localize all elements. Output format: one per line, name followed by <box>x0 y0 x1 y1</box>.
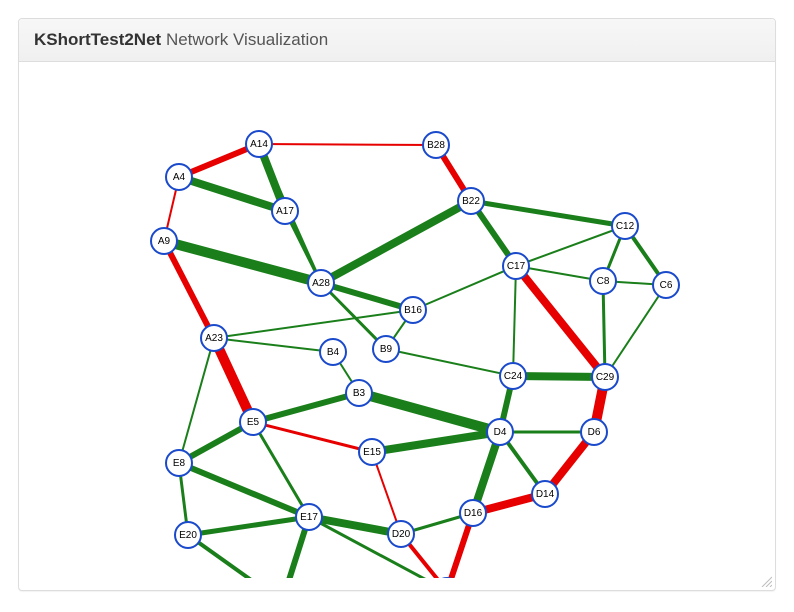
node-A17[interactable]: A17 <box>272 198 298 224</box>
node-label: B9 <box>380 344 393 355</box>
edge-A14-B28[interactable] <box>259 144 436 145</box>
node-label: D4 <box>494 427 507 438</box>
node-label: D6 <box>588 427 601 438</box>
node-C6[interactable]: C6 <box>653 272 679 298</box>
network-svg[interactable]: A14 A4 A17 A9 A28 B28 B22 B16 B4 B9 B3 A23 E5 E8 E20 E1… <box>31 74 763 578</box>
node-label: E15 <box>363 447 381 458</box>
edge-E15-D4[interactable] <box>372 432 500 452</box>
edge-A23-B16[interactable] <box>214 310 413 338</box>
edge-A28-B22[interactable] <box>321 201 471 283</box>
node-B4[interactable]: B4 <box>320 339 346 365</box>
edge-B3-D4[interactable] <box>359 393 500 432</box>
edge-C24-C17[interactable] <box>513 266 516 376</box>
node-B3[interactable]: B3 <box>346 380 372 406</box>
node-D16[interactable]: D16 <box>460 500 486 526</box>
node-label: E5 <box>247 417 260 428</box>
resize-grip-icon[interactable] <box>760 575 772 587</box>
node-E20[interactable]: E20 <box>175 522 201 548</box>
node-label: B22 <box>462 196 480 207</box>
node-label: C8 <box>597 276 610 287</box>
node-A23[interactable]: A23 <box>201 325 227 351</box>
edge-E20-E28[interactable] <box>188 535 282 578</box>
edge-B9-C24[interactable] <box>386 349 513 376</box>
edge-E8-E17[interactable] <box>179 463 309 517</box>
node-label: C12 <box>616 221 635 232</box>
edge-E5-E15[interactable] <box>253 422 372 452</box>
node-C8[interactable]: C8 <box>590 268 616 294</box>
edge-E20-E17[interactable] <box>188 517 309 535</box>
node-label: A28 <box>312 278 330 289</box>
node-B9[interactable]: B9 <box>373 336 399 362</box>
panel-title-bold: KShortTest2Net <box>34 30 161 49</box>
node-B22[interactable]: B22 <box>458 188 484 214</box>
node-D14[interactable]: D14 <box>532 481 558 507</box>
edge-C17-C12[interactable] <box>516 226 625 266</box>
node-A14[interactable]: A14 <box>246 131 272 157</box>
node-label: A4 <box>173 172 186 183</box>
node-label: C29 <box>596 372 615 383</box>
node-label: D14 <box>536 489 555 500</box>
edge-B22-C12[interactable] <box>471 201 625 226</box>
edge-A9-A28[interactable] <box>164 241 321 283</box>
node-E8[interactable]: E8 <box>166 450 192 476</box>
node-label: E17 <box>300 512 318 523</box>
panel-body: A14 A4 A17 A9 A28 B28 B22 B16 B4 B9 B3 A23 E5 E8 E20 E1… <box>19 62 775 590</box>
node-D6[interactable]: D6 <box>581 419 607 445</box>
node-D20[interactable]: D20 <box>388 521 414 547</box>
node-label: D16 <box>464 508 483 519</box>
edge-C29-C8[interactable] <box>603 281 605 377</box>
node-label: C6 <box>660 280 673 291</box>
node-label: A9 <box>158 236 171 247</box>
panel-title-rest: Network Visualization <box>166 30 328 49</box>
node-label: A14 <box>250 139 268 150</box>
node-label: A23 <box>205 333 223 344</box>
node-E17[interactable]: E17 <box>296 504 322 530</box>
panel-heading: KShortTest2Net Network Visualization <box>19 19 775 62</box>
node-C17[interactable]: C17 <box>503 253 529 279</box>
edge-A4-A17[interactable] <box>179 177 285 211</box>
node-B16[interactable]: B16 <box>400 297 426 323</box>
network-panel: KShortTest2Net Network Visualization A14… <box>18 18 776 591</box>
node-B28[interactable]: B28 <box>423 132 449 158</box>
node-label: E8 <box>173 458 186 469</box>
node-E15[interactable]: E15 <box>359 439 385 465</box>
edge-B3-E5[interactable] <box>253 393 359 422</box>
node-label: C17 <box>507 261 526 272</box>
node-label: B16 <box>404 305 422 316</box>
node-A4[interactable]: A4 <box>166 164 192 190</box>
node-label: C24 <box>504 371 523 382</box>
node-A28[interactable]: A28 <box>308 270 334 296</box>
edge-C29-C6[interactable] <box>605 285 666 377</box>
node-C29[interactable]: C29 <box>592 364 618 390</box>
edges-layer <box>164 144 666 578</box>
edge-B16-C17[interactable] <box>413 266 516 310</box>
edge-A23-B4[interactable] <box>214 338 333 352</box>
node-label: B3 <box>353 388 366 399</box>
node-C24[interactable]: C24 <box>500 363 526 389</box>
node-A9[interactable]: A9 <box>151 228 177 254</box>
node-label: B28 <box>427 140 445 151</box>
node-C12[interactable]: C12 <box>612 213 638 239</box>
node-label: B4 <box>327 347 340 358</box>
node-label: A17 <box>276 206 294 217</box>
node-label: D20 <box>392 529 411 540</box>
node-E5[interactable]: E5 <box>240 409 266 435</box>
node-label: E20 <box>179 530 197 541</box>
node-D4[interactable]: D4 <box>487 419 513 445</box>
